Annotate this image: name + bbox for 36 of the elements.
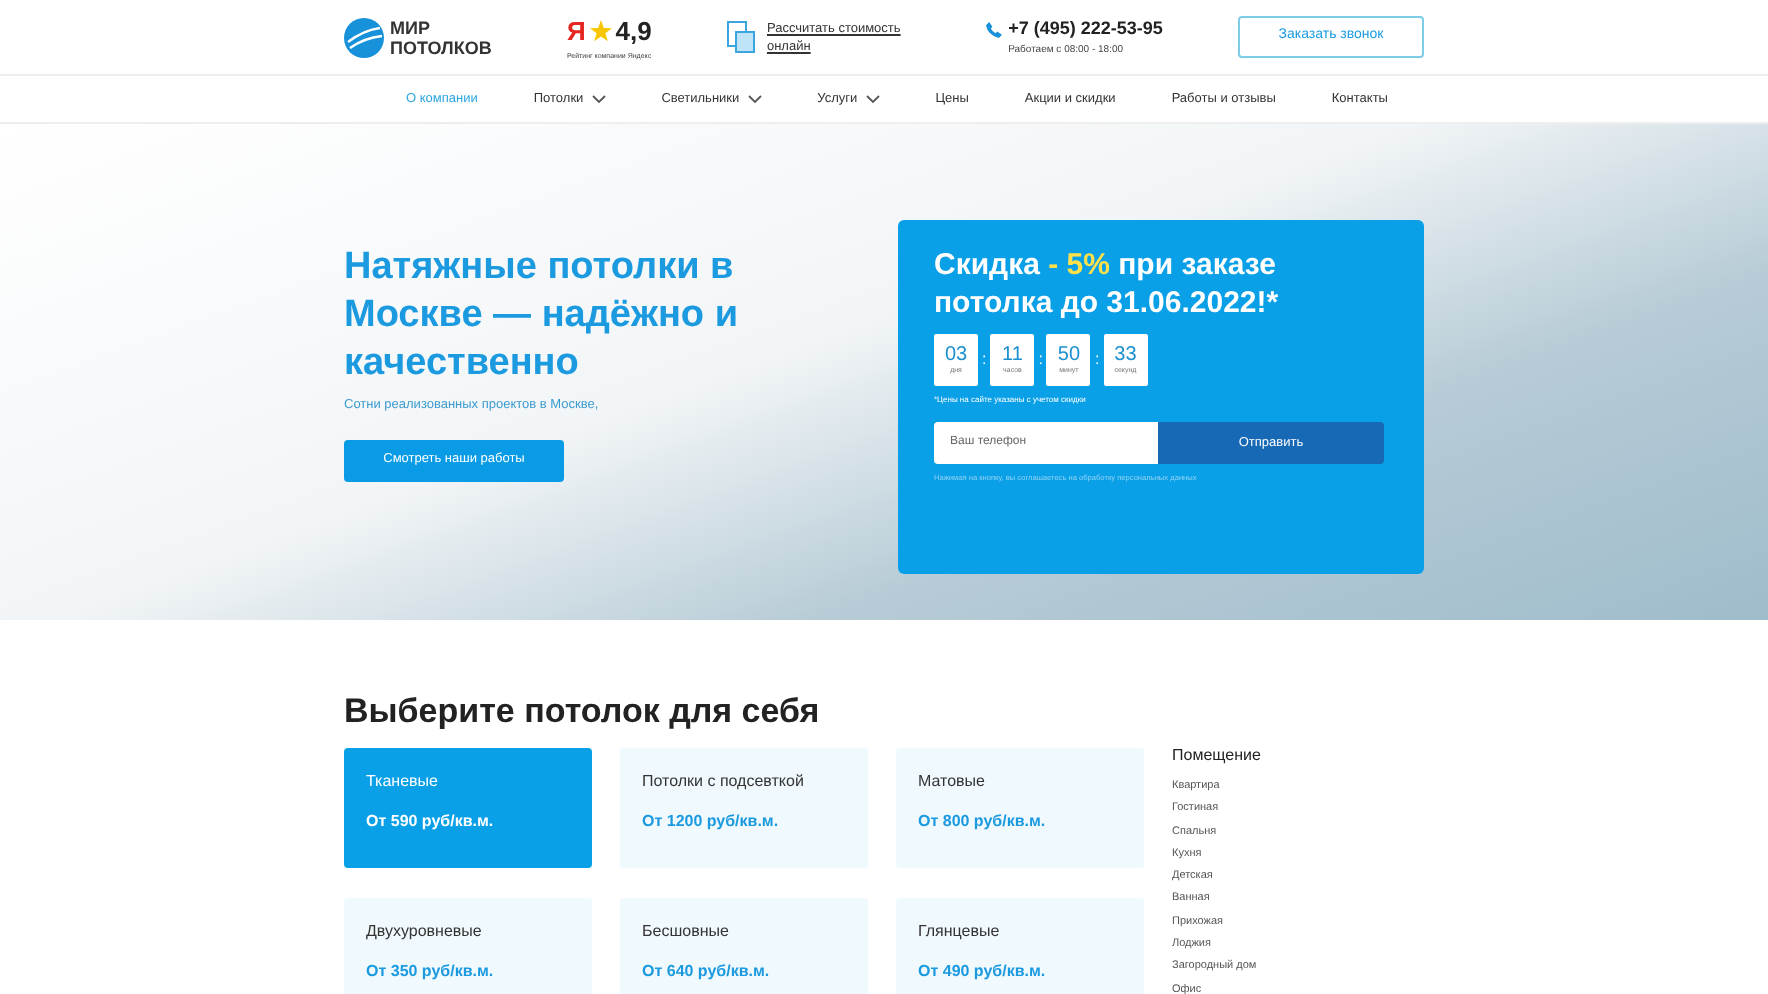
card-price: От 640 руб/кв.м. bbox=[642, 960, 770, 984]
card-price: От 590 руб/кв.м. bbox=[366, 810, 494, 834]
chevron-down-icon bbox=[591, 94, 606, 104]
card-name: Матовые bbox=[918, 770, 985, 794]
timer-separator: : bbox=[982, 348, 987, 372]
globe-logo-icon bbox=[344, 17, 384, 57]
rating-logo: Я bbox=[566, 14, 586, 51]
card-price: От 490 руб/кв.м. bbox=[918, 960, 1046, 984]
chevron-down-icon bbox=[747, 94, 762, 104]
ceiling-type-card[interactable]: Бесшовные От 640 руб/кв.м. bbox=[620, 898, 868, 994]
phone-icon bbox=[986, 21, 1003, 38]
chevron-down-icon bbox=[865, 94, 880, 104]
card-price: От 1200 руб/кв.м. bbox=[642, 810, 779, 834]
calculator-document-icon bbox=[726, 20, 757, 54]
star-icon bbox=[589, 20, 612, 43]
card-name: Тканевые bbox=[366, 770, 438, 794]
offer-title: Скидка - 5% при заказе потолка до 31.06.2022!* bbox=[934, 246, 1281, 322]
ceiling-type-card[interactable]: Двухуровневые От 350 руб/кв.м. bbox=[344, 898, 592, 994]
card-price: От 350 руб/кв.м. bbox=[366, 960, 494, 984]
card-name: Двухуровневые bbox=[366, 920, 482, 944]
timer-separator: : bbox=[1038, 348, 1043, 372]
ceiling-type-card[interactable]: Глянцевые От 490 руб/кв.м. bbox=[896, 898, 1144, 994]
timer-separator: : bbox=[1094, 348, 1100, 372]
logo-text: МИР bbox=[390, 17, 432, 37]
card-name: Потолки с подсевткой bbox=[642, 770, 804, 794]
rating-value: 4,9 bbox=[615, 14, 652, 51]
ceiling-type-card[interactable]: Матовые От 800 руб/кв.м. bbox=[896, 748, 1144, 868]
card-name: Глянцевые bbox=[918, 920, 1000, 944]
ceiling-type-card[interactable]: Потолки с подсевткой От 1200 руб/кв.м. bbox=[620, 748, 868, 868]
card-price: От 800 руб/кв.м. bbox=[918, 810, 1046, 834]
filter-title: Помещение bbox=[1172, 744, 1261, 768]
catalog-title: Выберите потолок для себя bbox=[344, 692, 822, 732]
card-name: Бесшовные bbox=[642, 920, 729, 944]
logo-text: ПОТОЛКОВ bbox=[390, 37, 492, 57]
phone-number: +7 (495) 222-53-95 bbox=[1008, 16, 1163, 42]
hero-title: Натяжные потолки в Москве — надёжно и качественно bbox=[344, 244, 740, 388]
